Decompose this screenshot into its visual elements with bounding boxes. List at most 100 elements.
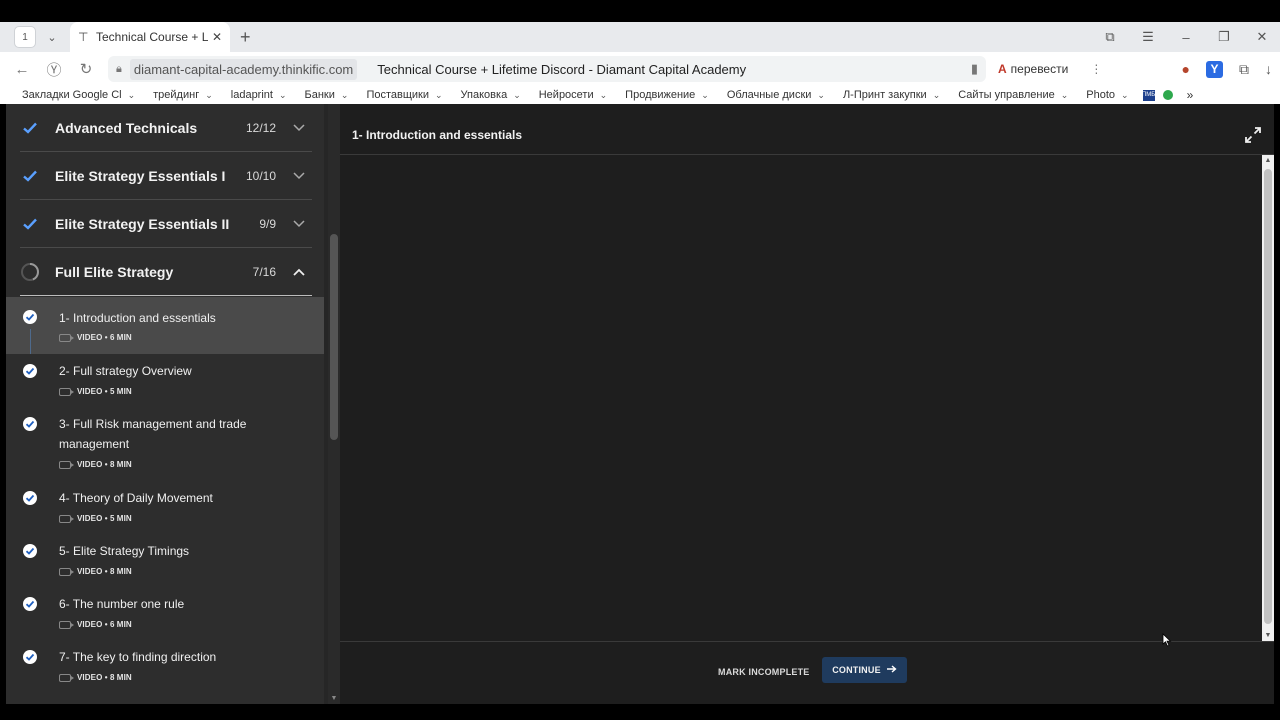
minimize-icon[interactable]: – (1176, 30, 1196, 45)
lesson-item-1[interactable]: 1- Introduction and essentials VIDEO • 6… (6, 297, 324, 354)
bookmark-folder[interactable]: Л-Принт закупки ⌄ (843, 89, 940, 101)
lesson-title: 2- Full strategy Overview (59, 364, 192, 378)
chapter-full-elite-strategy[interactable]: Full Elite Strategy 7/16 (20, 248, 312, 296)
chevron-down-icon: ⌄ (817, 89, 825, 100)
window-controls: ⧉ ☰ – ❐ ✕ (1100, 22, 1272, 52)
lesson-item-6[interactable]: 6- The number one rule VIDEO • 6 MIN (6, 587, 324, 640)
check-icon (23, 310, 37, 324)
scroll-down-icon[interactable]: ▼ (330, 695, 338, 702)
close-window-icon[interactable]: ✕ (1252, 29, 1272, 45)
extensions-icon[interactable]: ⧉ (1239, 61, 1249, 78)
lesson-item-5[interactable]: 5- Elite Strategy Timings VIDEO • 8 MIN (6, 534, 324, 587)
download-icon[interactable]: ↓ (1265, 61, 1272, 77)
bookmark-folder[interactable]: Банки ⌄ (305, 89, 349, 101)
chapter-title: Advanced Technicals (55, 119, 198, 136)
more-vert-icon[interactable]: ⋮ (1090, 62, 1102, 76)
close-icon[interactable]: ✕ (212, 30, 222, 44)
lesson-meta-text: VIDEO • 5 MIN (77, 514, 132, 523)
bookmark-folder[interactable]: Продвижение ⌄ (625, 89, 709, 101)
chevron-up-icon[interactable] (292, 265, 306, 279)
lesson-meta: VIDEO • 8 MIN (59, 673, 132, 682)
profile-icon[interactable]: ☰ (1138, 29, 1158, 45)
chapter-elite-essentials-1[interactable]: Elite Strategy Essentials I 10/10 (20, 152, 312, 200)
extension-avatar-icon[interactable]: ● (1182, 61, 1190, 77)
chapter-elite-essentials-2[interactable]: Elite Strategy Essentials II 9/9 (20, 200, 312, 248)
bookmark-folder[interactable]: ladaprint ⌄ (231, 89, 287, 101)
scroll-up-icon[interactable]: ▲ (1262, 157, 1274, 164)
bookmark-folder[interactable]: Photo ⌄ (1086, 89, 1128, 101)
continue-label: CONTINUE (832, 665, 881, 675)
yandex-extension-icon[interactable]: Y (1206, 60, 1223, 78)
new-tab-icon[interactable]: + (240, 27, 251, 48)
scrollbar-thumb[interactable] (1264, 169, 1272, 624)
continue-button[interactable]: CONTINUE (822, 657, 907, 683)
lesson-title: 3- Full Risk management and trade manage… (59, 417, 247, 451)
course-sidebar: Advanced Technicals 12/12 Elite Strategy… (6, 104, 324, 704)
video-camera-icon (59, 673, 74, 682)
scroll-down-icon[interactable]: ▼ (1262, 632, 1274, 639)
lesson-connector (30, 329, 31, 354)
bookmark-icon[interactable]: ▮ (971, 61, 978, 77)
reload-icon[interactable]: ↻ (76, 60, 96, 78)
lesson-meta-text: VIDEO • 8 MIN (77, 673, 132, 682)
scrollbar-thumb[interactable] (330, 234, 338, 440)
check-icon (23, 597, 37, 611)
chevron-down-icon: ⌄ (701, 89, 709, 100)
bookmark-folder[interactable]: Сайты управление ⌄ (958, 89, 1068, 101)
chevron-down-icon[interactable]: ⌄ (42, 27, 62, 47)
collections-icon[interactable]: ⧉ (1100, 29, 1120, 45)
check-icon (20, 166, 40, 186)
chevron-down-icon[interactable] (292, 217, 306, 231)
bookmark-folder[interactable]: Облачные диски ⌄ (727, 89, 825, 101)
video-camera-icon (59, 387, 74, 396)
video-area[interactable] (340, 155, 1260, 641)
bookmark-folder[interactable]: трейдинг ⌄ (153, 89, 213, 101)
tab-counter[interactable]: 1 (14, 26, 36, 48)
back-icon[interactable]: ← (12, 61, 32, 78)
chapter-advanced-technicals[interactable]: Advanced Technicals 12/12 (20, 104, 312, 152)
bookmark-label: Л-Принт закупки (842, 89, 927, 101)
chevron-down-icon[interactable] (292, 169, 306, 183)
tab-title: Technical Course + Lifetime (96, 30, 208, 44)
video-camera-icon (59, 567, 74, 576)
bookmark-folder[interactable]: Нейросети ⌄ (539, 89, 607, 101)
bookmark-folder[interactable]: Поставщики ⌄ (366, 89, 442, 101)
browser-tab[interactable]: ⊤ Technical Course + Lifetime ✕ (70, 22, 230, 52)
lesson-item-3[interactable]: 3- Full Risk management and trade manage… (6, 407, 324, 481)
bookmark-folder[interactable]: Упаковка ⌄ (461, 89, 521, 101)
restore-icon[interactable]: ❐ (1214, 29, 1234, 45)
content-scrollbar[interactable]: ▲ ▼ (1262, 155, 1274, 641)
url-field[interactable]: 🔒︎ diamant-capital-academy.thinkific.com… (108, 56, 986, 82)
lesson-meta: VIDEO • 6 MIN (59, 333, 132, 342)
chevron-down-icon[interactable] (292, 121, 306, 135)
more-bookmarks-icon[interactable]: » (1187, 88, 1194, 102)
lesson-title: 5- Elite Strategy Timings (59, 544, 190, 558)
bookmark-site-icon[interactable]: ПМБ (1142, 89, 1155, 101)
check-icon (20, 214, 40, 234)
lesson-item-2[interactable]: 2- Full strategy Overview VIDEO • 5 MIN (6, 354, 324, 407)
chevron-down-icon: ⌄ (599, 89, 608, 100)
lesson-footer: MARK INCOMPLETE CONTINUE (340, 641, 1274, 704)
yandex-icon[interactable]: Ⓨ (44, 59, 64, 80)
progress-ring-icon (20, 262, 40, 282)
bookmark-site-icon[interactable] (1162, 90, 1173, 100)
url-page-title: Technical Course + Lifetime Discord - Di… (377, 61, 747, 77)
bookmark-label: Банки (304, 89, 335, 101)
chapter-title: Elite Strategy Essentials II (55, 215, 230, 232)
mark-incomplete-button[interactable]: MARK INCOMPLETE (708, 659, 820, 685)
lesson-item-7[interactable]: 7- The key to finding direction VIDEO • … (6, 640, 324, 700)
sidebar-scrollbar[interactable]: ▼ (328, 104, 340, 704)
expand-icon[interactable] (1244, 126, 1262, 144)
lesson-item-4[interactable]: 4- Theory of Daily Movement VIDEO • 5 MI… (6, 481, 324, 534)
chevron-down-icon: ⌄ (1060, 89, 1069, 100)
translate-button[interactable]: A перевести ⋮ (998, 62, 1102, 76)
bookmark-label: Нейросети (538, 89, 594, 101)
bookmark-label: Поставщики (366, 89, 429, 101)
address-bar-row: ← Ⓨ ↻ 🔒︎ diamant-capital-academy.thinkif… (0, 52, 1280, 86)
lock-icon[interactable]: 🔒︎ (116, 63, 122, 76)
bookmarks-bar: Закладки Google Cl ⌄ трейдинг ⌄ ladaprint ⌄ Ба… (0, 86, 1280, 104)
video-camera-icon (59, 460, 74, 469)
lesson-title: 6- The number one rule (59, 597, 185, 611)
lesson-header: 1- Introduction and essentials (340, 118, 1274, 155)
bookmark-folder[interactable]: Закладки Google Cl ⌄ (22, 89, 135, 101)
